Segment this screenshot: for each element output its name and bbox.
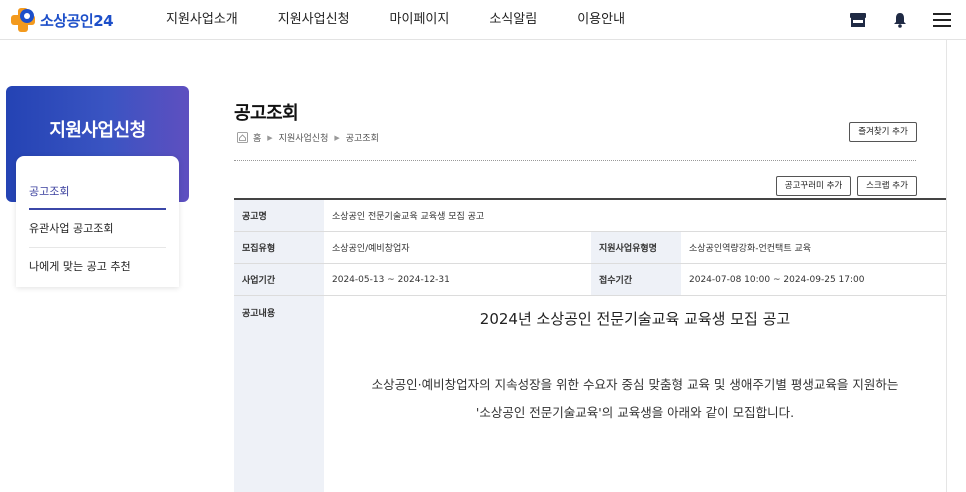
home-icon[interactable]: [237, 132, 248, 143]
support-type-label: 지원사업유형명: [591, 232, 681, 263]
add-scrap-button[interactable]: 스크랩 추가: [857, 176, 917, 196]
top-header: 소상공인24 지원사업소개 지원사업신청 마이페이지 소식알림 이용안내: [0, 0, 966, 40]
table-row: 공고명 소상공인 전문기술교육 교육생 모집 공고: [234, 200, 946, 232]
notice-info-table: 공고명 소상공인 전문기술교육 교육생 모집 공고 모집유형 소상공인/예비창업…: [234, 198, 946, 492]
biz-period-label: 사업기간: [234, 264, 324, 295]
breadcrumb: 홈 ▶ 지원사업신청 ▶ 공고조회: [237, 131, 379, 144]
biz-period-value: 2024-05-13 ~ 2024-12-31: [332, 274, 450, 285]
breadcrumb-support-apply[interactable]: 지원사업신청: [279, 131, 329, 144]
notice-content-row: 공고내용 2024년 소상공인 전문기술교육 교육생 모집 공고 소상공인·예비…: [234, 296, 946, 492]
sidebar-item-related-notice[interactable]: 유관사업 공고조회: [29, 210, 166, 248]
sidebar-menu: 공고조회 유관사업 공고조회 나에게 맞는 공고 추천: [16, 156, 179, 287]
bell-icon[interactable]: [890, 10, 910, 30]
breadcrumb-current: 공고조회: [345, 134, 379, 144]
breadcrumb-home[interactable]: 홈: [253, 131, 261, 144]
nav-mypage[interactable]: 마이페이지: [370, 0, 470, 40]
nav-news[interactable]: 소식알림: [469, 0, 557, 40]
page-right-edge: [946, 40, 947, 492]
logo-text: 소상공인24: [40, 11, 114, 30]
breadcrumb-arrow-icon: ▶: [334, 133, 340, 142]
notice-content-title: 2024년 소상공인 전문기술교육 교육생 모집 공고: [479, 310, 791, 328]
notice-name-label: 공고명: [234, 200, 324, 231]
add-collection-button[interactable]: 공고꾸러미 추가: [776, 176, 851, 196]
hamburger-menu-icon[interactable]: [932, 10, 952, 30]
title-divider: [234, 160, 916, 161]
sidebar-item-recommend[interactable]: 나에게 맞는 공고 추천: [29, 248, 166, 286]
main-nav: 지원사업소개 지원사업신청 마이페이지 소식알림 이용안내: [146, 0, 645, 40]
logo-cross-icon: [11, 8, 35, 32]
recruit-type-label: 모집유형: [234, 232, 324, 263]
table-row: 모집유형 소상공인/예비창업자 지원사업유형명 소상공인역량강화-언컨택트 교육: [234, 232, 946, 264]
nav-guide[interactable]: 이용안내: [557, 0, 645, 40]
notice-content-line: '소상공인 전문기술교육'의 교육생을 아래와 같이 모집합니다.: [475, 405, 795, 420]
notice-content-line: 소상공인·예비창업자의 지속성장을 위한 수요자 중심 맞춤형 교육 및 생애주…: [371, 377, 899, 392]
breadcrumb-arrow-icon: ▶: [267, 133, 273, 142]
receipt-period-label: 접수기간: [591, 264, 681, 295]
sidebar-item-notice-search[interactable]: 공고조회: [29, 166, 166, 210]
receipt-period-value: 2024-07-08 10:00 ~ 2024-09-25 17:00: [689, 274, 865, 285]
nav-support-intro[interactable]: 지원사업소개: [146, 0, 258, 40]
page-title: 공고조회: [234, 103, 299, 124]
table-row: 사업기간 2024-05-13 ~ 2024-12-31 접수기간 2024-0…: [234, 264, 946, 296]
support-type-value: 소상공인역량강화-언컨택트 교육: [689, 244, 812, 254]
recruit-type-value: 소상공인/예비창업자: [332, 244, 410, 254]
header-icon-group: [848, 10, 952, 30]
add-favorite-button[interactable]: 즐겨찾기 추가: [849, 122, 917, 142]
sidebar-title: 지원사업신청: [49, 120, 146, 141]
notice-name-value: 소상공인 전문기술교육 교육생 모집 공고: [332, 212, 485, 222]
notice-content-body: 2024년 소상공인 전문기술교육 교육생 모집 공고 소상공인·예비창업자의 …: [324, 296, 946, 492]
store-icon[interactable]: [848, 10, 868, 30]
notice-content-label: 공고내용: [234, 296, 324, 492]
site-logo[interactable]: 소상공인24: [8, 4, 114, 36]
nav-support-apply[interactable]: 지원사업신청: [258, 0, 370, 40]
